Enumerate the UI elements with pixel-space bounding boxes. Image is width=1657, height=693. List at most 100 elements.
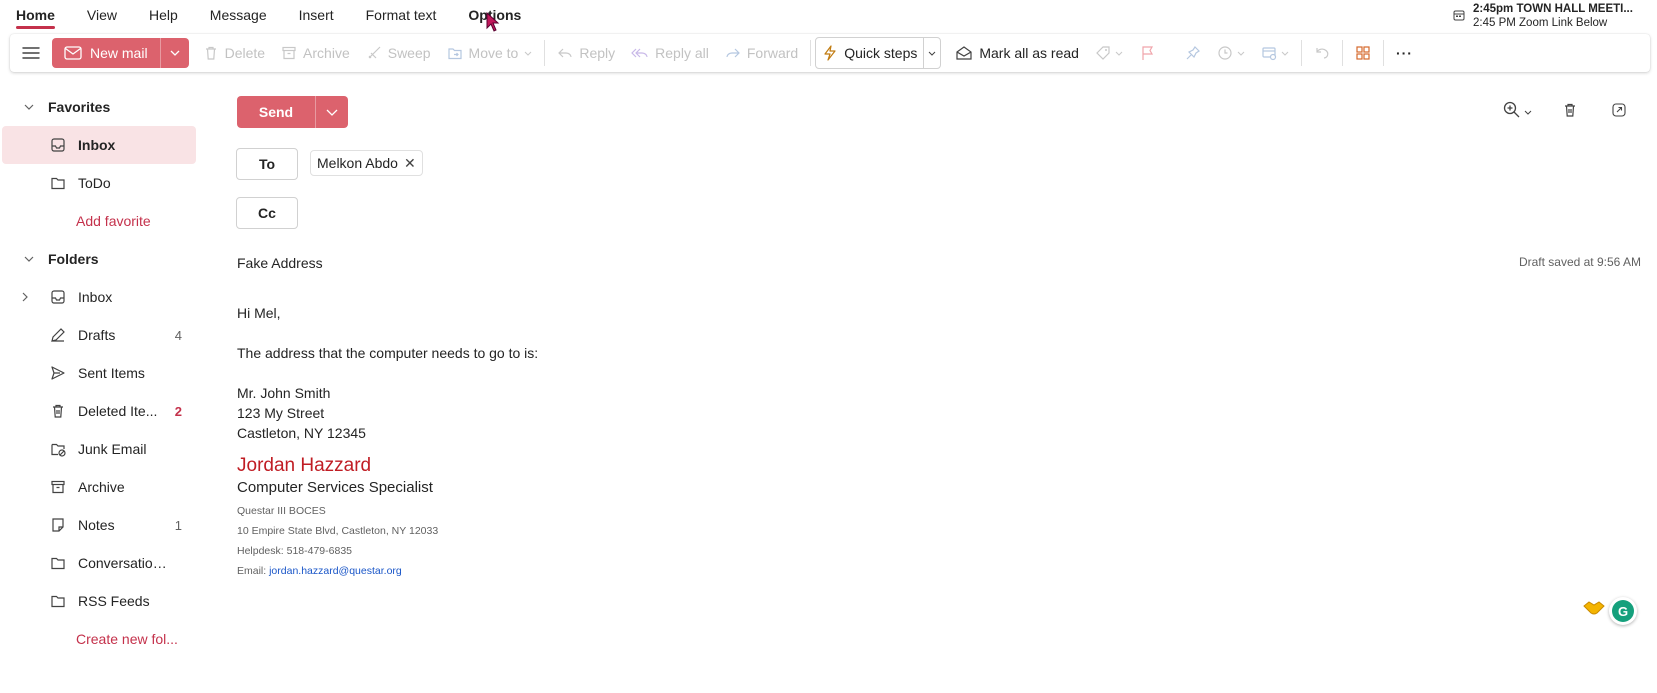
signature-helpdesk: Helpdesk: 518-479-6835 bbox=[237, 545, 352, 557]
quick-steps-split-button: Quick steps bbox=[815, 37, 942, 69]
toolbar-divider bbox=[1341, 40, 1343, 66]
mark-all-read-label: Mark all as read bbox=[979, 45, 1079, 61]
address-line: 123 My Street bbox=[237, 405, 325, 421]
tab-home[interactable]: Home bbox=[0, 1, 71, 31]
tab-message[interactable]: Message bbox=[194, 1, 283, 31]
folders-header[interactable]: Folders bbox=[0, 240, 200, 278]
to-button[interactable]: To bbox=[236, 148, 298, 180]
signature-org: Questar III BOCES bbox=[237, 505, 326, 517]
folder-label: Inbox bbox=[78, 289, 113, 305]
calendar-icon bbox=[1453, 8, 1465, 24]
pop-out-button[interactable] bbox=[1612, 103, 1626, 120]
move-to-button[interactable]: Move to bbox=[439, 38, 541, 68]
folder-label: Drafts bbox=[78, 327, 116, 343]
folder-icon bbox=[48, 591, 68, 611]
pencil-icon bbox=[48, 325, 68, 345]
apps-button[interactable] bbox=[1347, 38, 1379, 68]
zoom-button[interactable] bbox=[1503, 101, 1532, 119]
delete-button[interactable]: Delete bbox=[195, 38, 273, 68]
archive-icon bbox=[282, 46, 296, 60]
more-options-button[interactable]: ··· bbox=[1388, 38, 1421, 68]
categorize-button[interactable] bbox=[1087, 38, 1131, 68]
subject-field[interactable]: Fake Address bbox=[237, 255, 323, 271]
draft-status: Draft saved at 9:56 AM bbox=[1518, 255, 1641, 269]
folder-deleted-items[interactable]: Deleted Ite... 2 bbox=[0, 392, 200, 430]
hamburger-menu-icon[interactable] bbox=[10, 38, 52, 68]
undo-icon bbox=[1316, 48, 1329, 59]
signature-name: Jordan Hazzard bbox=[237, 455, 372, 476]
favorite-todo-label: ToDo bbox=[78, 175, 111, 191]
folder-move-icon bbox=[447, 48, 462, 60]
folder-junk-email[interactable]: Junk Email bbox=[0, 430, 200, 468]
new-mail-split-button: New mail bbox=[52, 38, 189, 68]
reply-label: Reply bbox=[579, 45, 616, 61]
apps-icon bbox=[1356, 46, 1370, 60]
send-button[interactable]: Send bbox=[237, 96, 315, 128]
archive-button[interactable]: Archive bbox=[273, 38, 358, 68]
chevron-down-icon bbox=[24, 256, 34, 262]
grammarly-icon: G bbox=[1612, 600, 1634, 622]
broom-icon bbox=[368, 46, 381, 59]
flag-button[interactable] bbox=[1131, 38, 1163, 68]
grammarly-button[interactable]: G bbox=[1609, 597, 1637, 625]
recipient-chip[interactable]: Melkon Abdo ✕ bbox=[310, 150, 423, 176]
favorites-label: Favorites bbox=[48, 99, 111, 115]
pin-button[interactable] bbox=[1177, 38, 1209, 68]
quick-steps-button[interactable]: Quick steps bbox=[816, 38, 925, 68]
meeting-reminder[interactable]: 2:45pm TOWN HALL MEETI... 2:45 PM Zoom L… bbox=[1453, 0, 1653, 32]
send-options-dropdown[interactable] bbox=[315, 96, 348, 128]
unread-count: 4 bbox=[174, 327, 182, 343]
folder-archive[interactable]: Archive bbox=[0, 468, 200, 506]
mail-icon bbox=[64, 46, 82, 60]
signature-email-row: Email: jordan.hazzard@questar.org bbox=[237, 561, 538, 581]
recipient-name: Melkon Abdo bbox=[317, 155, 398, 171]
create-new-folder-link[interactable]: Create new fol... bbox=[0, 620, 200, 658]
favorite-todo[interactable]: ToDo bbox=[0, 164, 200, 202]
folder-notes[interactable]: Notes 1 bbox=[0, 506, 200, 544]
folder-drafts[interactable]: Drafts 4 bbox=[0, 316, 200, 354]
folder-conversation-history[interactable]: Conversation ... bbox=[0, 544, 200, 582]
favorites-header[interactable]: Favorites bbox=[0, 88, 200, 126]
favorite-inbox[interactable]: Inbox bbox=[2, 126, 196, 164]
discard-draft-button[interactable] bbox=[1562, 102, 1578, 121]
sweep-button[interactable]: Sweep bbox=[358, 38, 439, 68]
reply-all-button[interactable]: Reply all bbox=[623, 38, 717, 68]
add-favorite-link[interactable]: Add favorite bbox=[0, 202, 200, 240]
new-mail-button[interactable]: New mail bbox=[52, 38, 160, 68]
folder-rss-feeds[interactable]: RSS Feeds bbox=[0, 582, 200, 620]
forward-icon bbox=[726, 48, 740, 58]
quick-steps-dropdown[interactable] bbox=[924, 51, 940, 56]
archive-label: Archive bbox=[303, 45, 350, 61]
new-mail-dropdown[interactable] bbox=[159, 38, 189, 68]
reply-all-icon bbox=[631, 48, 648, 58]
address-line: Castleton, NY 12345 bbox=[237, 425, 366, 441]
rules-button[interactable] bbox=[1253, 38, 1297, 68]
tab-help[interactable]: Help bbox=[133, 1, 194, 31]
folder-sent-items[interactable]: Sent Items bbox=[0, 354, 200, 392]
toolbar-divider bbox=[544, 40, 546, 66]
tab-view[interactable]: View bbox=[71, 1, 133, 31]
tab-insert[interactable]: Insert bbox=[283, 1, 350, 31]
mark-all-read-button[interactable]: Mark all as read bbox=[947, 38, 1087, 68]
folder-inbox[interactable]: Inbox bbox=[0, 278, 200, 316]
signature-email-link[interactable]: jordan.hazzard@questar.org bbox=[269, 565, 402, 577]
undo-button[interactable] bbox=[1306, 38, 1338, 68]
chevron-right-icon[interactable] bbox=[22, 289, 28, 305]
folder-label: Sent Items bbox=[78, 365, 145, 381]
reply-button[interactable]: Reply bbox=[549, 38, 623, 68]
remove-recipient-icon[interactable]: ✕ bbox=[404, 155, 416, 172]
address-line: Mr. John Smith bbox=[237, 385, 331, 401]
signature-title: Computer Services Specialist bbox=[237, 479, 433, 496]
chevron-down-icon bbox=[24, 104, 34, 110]
notes-icon bbox=[48, 515, 68, 535]
reply-icon bbox=[558, 48, 572, 58]
snooze-button[interactable] bbox=[1209, 38, 1253, 68]
toolbar-divider bbox=[1382, 40, 1384, 66]
handshake-icon[interactable] bbox=[1583, 600, 1605, 619]
forward-button[interactable]: Forward bbox=[717, 38, 806, 68]
tab-format-text[interactable]: Format text bbox=[350, 1, 453, 31]
message-body[interactable]: Hi Mel, The address that the computer ne… bbox=[237, 305, 538, 581]
cc-button[interactable]: Cc bbox=[236, 197, 298, 229]
toolbar-divider bbox=[1300, 40, 1302, 66]
body-line: The address that the computer needs to g… bbox=[237, 345, 539, 361]
